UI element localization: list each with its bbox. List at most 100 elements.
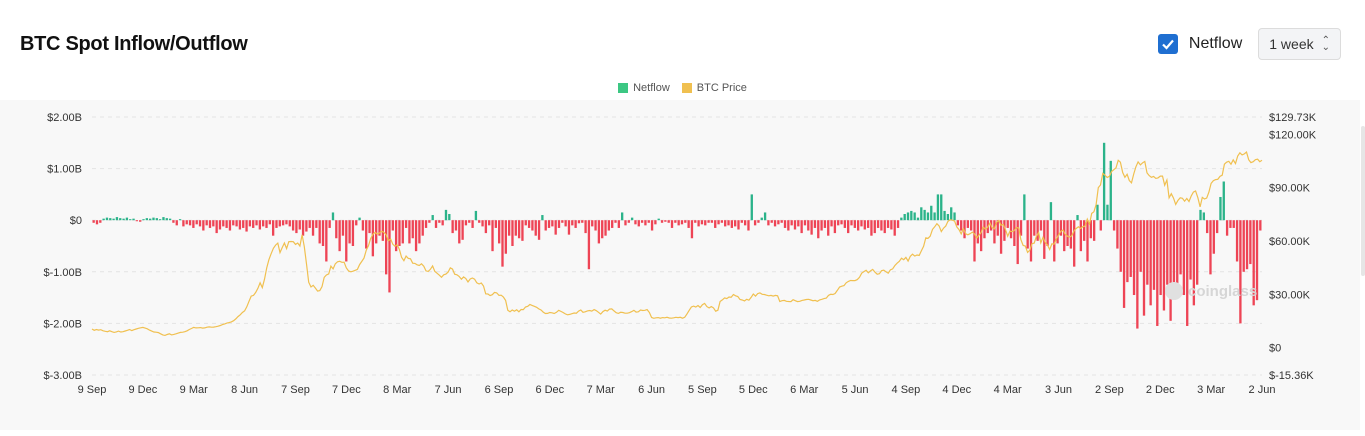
netflow-bar [242, 220, 245, 228]
netflow-bar [152, 217, 155, 221]
netflow-bar [856, 220, 860, 231]
netflow-bar [461, 220, 464, 240]
netflow-bar [604, 220, 607, 236]
netflow-bar [853, 220, 856, 228]
netflow-bar [747, 220, 750, 231]
netflow-bar [1186, 220, 1189, 326]
netflow-bar [976, 220, 979, 244]
netflow-bar [893, 220, 896, 236]
netflow-bar [1146, 220, 1149, 285]
netflow-bar [687, 220, 690, 228]
netflow-bar [95, 220, 99, 225]
netflow-bar [1162, 220, 1166, 311]
netflow-bar [840, 220, 843, 225]
netflow-bar [1189, 220, 1192, 280]
netflow-bar [707, 220, 710, 223]
netflow-bar [694, 220, 697, 223]
netflow-bar [507, 220, 511, 236]
netflow-bar [1152, 220, 1156, 290]
netflow-bar [547, 220, 551, 228]
netflow-bar [178, 219, 182, 221]
netflow-bar [767, 220, 770, 226]
netflow-bar [1199, 209, 1202, 221]
netflow-bar [325, 220, 328, 262]
netflow-bar [1232, 220, 1235, 228]
netflow-bar [521, 220, 524, 241]
netflow-bar [408, 220, 411, 244]
netflow-bar [557, 220, 561, 228]
netflow-bar [827, 220, 830, 236]
y-tick-label-right: $60.00K [1269, 236, 1311, 248]
netflow-bar [660, 220, 664, 223]
netflow-bar [581, 220, 584, 223]
netflow-bar [1006, 220, 1009, 228]
netflow-bar [255, 220, 258, 226]
netflow-bar [1016, 220, 1019, 265]
netflow-bar [847, 220, 850, 234]
netflow-bar [760, 217, 763, 221]
x-tick-label: 6 Sep [485, 384, 514, 396]
netflow-bar [833, 220, 837, 234]
y-tick-label-right: $120.00K [1269, 129, 1317, 141]
netflow-bar [438, 220, 441, 223]
netflow-bar [1083, 220, 1086, 241]
netflow-bar [1245, 220, 1249, 270]
netflow-bar [351, 220, 355, 246]
netflow-bar [321, 220, 325, 246]
netflow-bar [1129, 220, 1132, 277]
netflow-bar [743, 220, 747, 226]
netflow-bar [657, 218, 660, 221]
netflow-bar [1079, 220, 1083, 252]
netflow-bar [704, 220, 707, 226]
netflow-bar [1102, 142, 1106, 221]
netflow-bar [571, 220, 574, 226]
netflow-bar [252, 220, 255, 228]
netflow-bar [401, 220, 404, 244]
netflow-bar [341, 220, 345, 236]
netflow-bar [717, 220, 720, 225]
netflow-bar [797, 220, 800, 227]
netflow-bar [315, 220, 318, 228]
netflow-bar [810, 220, 813, 235]
netflow-bar [311, 220, 315, 236]
netflow-bar [1235, 220, 1239, 262]
netflow-bar [218, 220, 222, 230]
netflow-bar [431, 215, 434, 221]
x-tick-label: 2 Jun [1249, 384, 1276, 396]
netflow-bar [1229, 220, 1232, 228]
netflow-bar [1092, 220, 1096, 241]
x-tick-label: 2 Sep [1095, 384, 1124, 396]
netflow-bar [1046, 220, 1049, 246]
netflow-bar [1026, 220, 1029, 249]
netflow-bar [135, 220, 139, 222]
x-tick-label: 6 Jun [638, 384, 665, 396]
netflow-bar [1136, 220, 1139, 329]
netflow-bar [684, 220, 687, 223]
netflow-bar [262, 220, 265, 227]
netflow-bar [537, 220, 541, 240]
netflow-bar [531, 220, 534, 231]
netflow-bar [1219, 196, 1222, 221]
netflow-bar [139, 220, 142, 222]
netflow-bar [607, 220, 611, 231]
netflow-bar [979, 220, 983, 252]
scrollbar[interactable] [1361, 126, 1365, 276]
netflow-bar [654, 220, 657, 225]
netflow-bar [727, 220, 730, 226]
netflow-bar [843, 220, 847, 228]
netflow-bar [1205, 220, 1209, 234]
netflow-bar [614, 220, 617, 223]
netflow-bar [338, 220, 341, 252]
watermark-text: coinglass [1188, 283, 1257, 300]
netflow-bar [278, 220, 281, 227]
x-tick-label: 9 Dec [128, 384, 157, 396]
netflow-bar [823, 220, 827, 228]
netflow-bar [524, 220, 527, 226]
netflow-bar [946, 214, 950, 221]
netflow-bar [1049, 202, 1053, 221]
netflow-bar [667, 220, 670, 223]
netflow-bar [601, 220, 604, 239]
y-tick-label-right: $90.00K [1269, 183, 1311, 195]
netflow-bar [1156, 220, 1159, 326]
netflow-bar [883, 220, 886, 234]
